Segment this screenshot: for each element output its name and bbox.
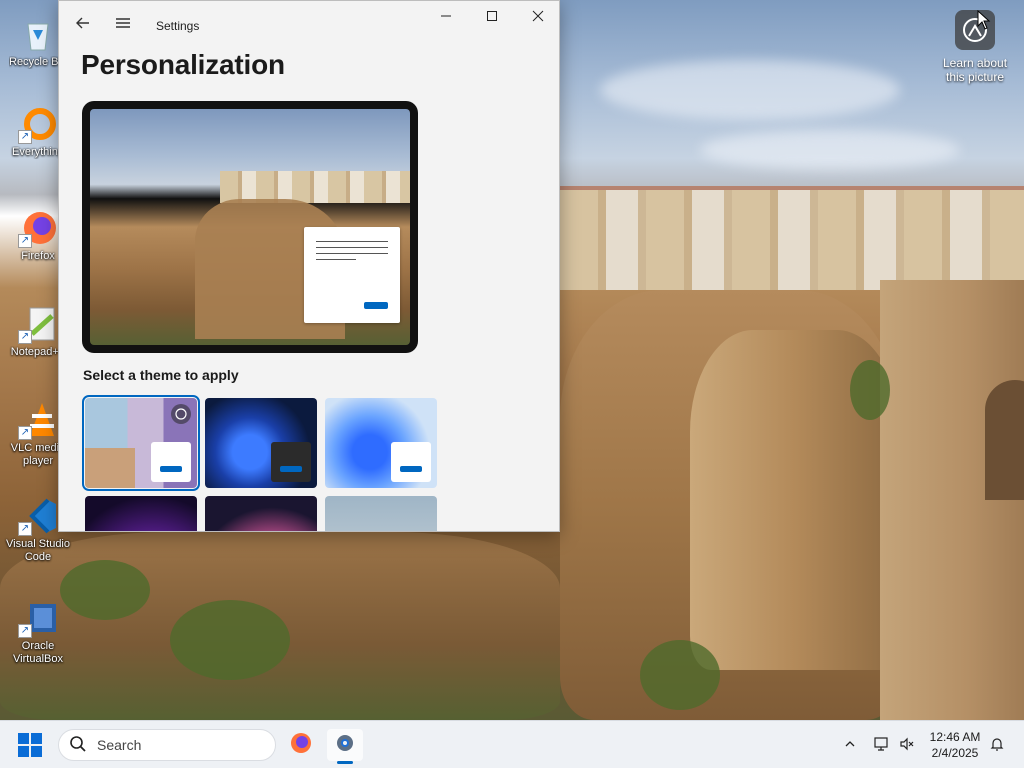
clock-date: 2/4/2025 <box>931 746 979 760</box>
learn-about-picture[interactable]: Learn about this picture <box>938 10 1012 84</box>
learn-about-label: Learn about this picture <box>942 56 1008 84</box>
minimize-icon <box>440 9 452 27</box>
chevron-up-icon <box>844 737 856 753</box>
notifications-button[interactable] <box>985 733 1009 757</box>
shortcut-arrow-icon: ↗ <box>18 330 32 344</box>
notification-bell-icon <box>989 736 1005 755</box>
everything-search-icon: ↗ <box>18 104 58 144</box>
shrub <box>640 640 720 710</box>
nav-menu-button[interactable] <box>107 9 139 41</box>
theme-spotlight[interactable] <box>82 395 200 491</box>
cloud <box>700 130 960 170</box>
shortcut-arrow-icon: ↗ <box>18 522 32 536</box>
preview-accent-button <box>364 302 388 309</box>
stone-bridge <box>880 280 1024 720</box>
search-placeholder: Search <box>97 737 142 753</box>
minimize-button[interactable] <box>423 1 469 35</box>
theme-captured-motion[interactable] <box>205 496 317 531</box>
window-title: Settings <box>156 19 200 33</box>
back-button[interactable] <box>67 9 99 41</box>
shrub <box>170 600 290 680</box>
firefox-icon <box>289 731 313 760</box>
theme-sunrise[interactable] <box>325 496 437 531</box>
close-button[interactable] <box>515 1 559 35</box>
theme-preview <box>82 101 418 353</box>
shortcut-arrow-icon: ↗ <box>18 624 32 638</box>
theme-thumb-sand <box>85 448 135 488</box>
windows-logo-icon <box>18 746 29 757</box>
theme-mini-accent <box>160 466 182 472</box>
settings-gear-icon <box>333 731 357 760</box>
cloud <box>600 60 900 120</box>
theme-windows-light[interactable] <box>325 398 437 488</box>
taskbar-search[interactable]: Search <box>58 729 276 761</box>
hamburger-menu-icon <box>115 15 131 36</box>
taskbar: Search 12:46 AM 2/4/2025 <box>0 720 1024 768</box>
settings-window: Settings Personalization Select a theme … <box>58 0 560 532</box>
taskbar-settings[interactable] <box>327 729 363 761</box>
back-arrow-icon <box>75 15 91 36</box>
town-buildings <box>560 190 1024 290</box>
preview-sample-window <box>304 227 400 323</box>
shrub <box>850 360 890 420</box>
windows-logo-icon <box>31 746 42 757</box>
volume-button[interactable] <box>895 733 919 757</box>
title-bar: Settings <box>59 1 559 49</box>
notepad-plus-plus-icon: ↗ <box>18 304 58 344</box>
windows-logo-icon <box>31 733 42 744</box>
shrub <box>60 560 150 620</box>
preview-wallpaper <box>90 109 410 345</box>
theme-mini-accent <box>400 466 422 472</box>
virtualbox-icon: ↗ <box>18 598 58 638</box>
search-icon <box>69 735 87 756</box>
bridge-arch <box>985 380 1024 500</box>
start-button[interactable] <box>18 733 42 757</box>
vlc-icon: ↗ <box>18 400 58 440</box>
vscode-icon: ↗ <box>18 496 58 536</box>
shortcut-arrow-icon: ↗ <box>18 130 32 144</box>
shortcut-arrow-icon: ↗ <box>18 234 32 248</box>
desktop-icon-label: Visual Studio Code <box>5 538 70 563</box>
volume-mute-icon <box>899 736 915 755</box>
preview-text-line <box>316 259 356 260</box>
recycle-bin-icon <box>18 14 58 54</box>
theme-mini-window <box>391 442 431 482</box>
page-title: Personalization <box>81 49 285 80</box>
show-hidden-icons-button[interactable] <box>838 733 862 757</box>
theme-mini-window <box>271 442 311 482</box>
preview-text-line <box>316 241 388 242</box>
network-button[interactable] <box>869 733 893 757</box>
desktop-icon-label: Oracle VirtualBox <box>13 640 63 665</box>
maximize-button[interactable] <box>469 1 515 35</box>
active-app-indicator <box>337 761 353 764</box>
desktop-icon-virtualbox[interactable]: ↗ Oracle VirtualBox <box>3 598 73 666</box>
theme-mini-window <box>151 442 191 482</box>
preview-text-line <box>316 253 388 254</box>
windows-logo-icon <box>18 733 29 744</box>
network-icon <box>873 736 889 755</box>
clock-time: 12:46 AM <box>929 730 981 744</box>
close-icon <box>532 9 544 27</box>
shortcut-arrow-icon: ↗ <box>18 426 32 440</box>
select-theme-label: Select a theme to apply <box>83 367 239 383</box>
mouse-cursor-icon <box>977 9 991 30</box>
theme-windows-dark[interactable] <box>205 398 317 488</box>
taskbar-firefox[interactable] <box>283 729 319 761</box>
maximize-icon <box>486 9 498 27</box>
preview-text-line <box>316 247 388 248</box>
spotlight-badge-icon <box>171 404 191 424</box>
taskbar-clock[interactable]: 12:46 AM 2/4/2025 <box>922 729 988 761</box>
firefox-icon: ↗ <box>18 208 58 248</box>
theme-mini-accent <box>280 466 302 472</box>
theme-glow[interactable] <box>85 496 197 531</box>
